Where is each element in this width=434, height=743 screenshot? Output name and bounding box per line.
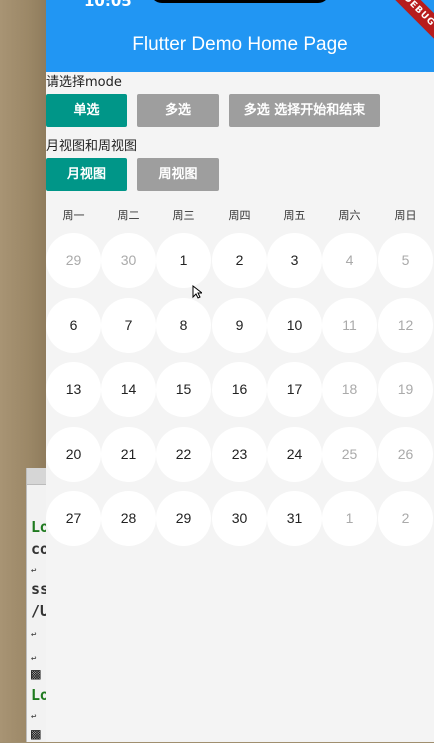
calendar-day[interactable]: 15	[156, 362, 211, 417]
weekday-label: 周日	[394, 209, 417, 222]
calendar-day[interactable]: 17	[267, 362, 322, 417]
status-time: 10:05	[84, 0, 132, 10]
calendar-day[interactable]: 21	[101, 427, 156, 482]
calendar-day[interactable]: 9	[212, 298, 267, 353]
terminal-prompt-glyph: ↩	[31, 566, 37, 576]
calendar-day[interactable]: 7	[101, 298, 156, 353]
calendar-day[interactable]: 30	[212, 491, 267, 546]
weekday-label: 周四	[228, 209, 251, 222]
calendar-day[interactable]: 25	[322, 427, 377, 482]
calendar-day[interactable]: 29	[46, 233, 101, 288]
phone-notch	[150, 0, 330, 3]
range-select-button[interactable]: 多选 选择开始和结束	[229, 94, 380, 127]
calendar-day[interactable]: 30	[101, 233, 156, 288]
calendar-day[interactable]: 20	[46, 427, 101, 482]
terminal-titlebar[interactable]	[27, 468, 47, 485]
weekday-header: 周一 周二 周三 周四 周五 周六 周日	[46, 207, 434, 227]
calendar-day[interactable]: 1	[322, 491, 377, 546]
app-bar: 10:05 Flutter Demo Home Page DEBUG	[46, 0, 434, 72]
weekday-label: 周六	[338, 209, 361, 222]
calendar-day[interactable]: 29	[156, 491, 211, 546]
calendar-day[interactable]: 5	[378, 233, 433, 288]
calendar-day[interactable]: 6	[46, 298, 101, 353]
calendar-day[interactable]: 22	[156, 427, 211, 482]
view-label: 月视图和周视图	[46, 139, 138, 154]
calendar-day[interactable]: 13	[46, 362, 101, 417]
multi-select-button[interactable]: 多选	[137, 94, 219, 127]
calendar-day[interactable]: 26	[378, 427, 433, 482]
weekday-label: 周二	[117, 209, 140, 222]
mouse-pointer-icon	[192, 285, 202, 299]
weekday-label: 周一	[62, 209, 85, 222]
calendar-day[interactable]: 3	[267, 233, 322, 288]
calendar-day[interactable]: 23	[212, 427, 267, 482]
calendar-day[interactable]: 31	[267, 491, 322, 546]
calendar-day[interactable]: 1	[156, 233, 211, 288]
calendar-day[interactable]: 2	[212, 233, 267, 288]
week-view-button[interactable]: 周视图	[137, 158, 219, 191]
calendar-day[interactable]: 18	[322, 362, 377, 417]
terminal-block-glyph: ▩	[31, 724, 41, 743]
terminal-prompt-glyph: ↩	[31, 630, 37, 640]
page-title: Flutter Demo Home Page	[132, 34, 348, 55]
calendar-day[interactable]: 4	[322, 233, 377, 288]
calendar-day[interactable]: 8	[156, 298, 211, 353]
calendar-day[interactable]: 10	[267, 298, 322, 353]
terminal-prompt-glyph: ↩	[31, 654, 37, 664]
terminal-prompt-glyph: ↩	[31, 712, 37, 722]
calendar-day[interactable]: 24	[267, 427, 322, 482]
weekday-label: 周五	[283, 209, 306, 222]
phone-screen: 10:05 Flutter Demo Home Page DEBUG 请选择mo…	[46, 0, 434, 742]
calendar-day[interactable]: 19	[378, 362, 433, 417]
calendar-day[interactable]: 11	[322, 298, 377, 353]
single-select-button[interactable]: 单选	[46, 94, 127, 127]
month-view-button[interactable]: 月视图	[46, 158, 127, 191]
weekday-label: 周三	[172, 209, 195, 222]
terminal-window-fragment: Lo co ↩ ss /U ↩ ↩ ▩ Lo ↩ ▩	[26, 468, 49, 743]
calendar-day[interactable]: 27	[46, 491, 101, 546]
mode-label: 请选择mode	[46, 75, 122, 90]
calendar-day[interactable]: 14	[101, 362, 156, 417]
calendar-day[interactable]: 16	[212, 362, 267, 417]
calendar-day[interactable]: 28	[101, 491, 156, 546]
calendar-day[interactable]: 2	[378, 491, 433, 546]
calendar-day[interactable]: 12	[378, 298, 433, 353]
terminal-block-glyph: ▩	[31, 664, 41, 683]
